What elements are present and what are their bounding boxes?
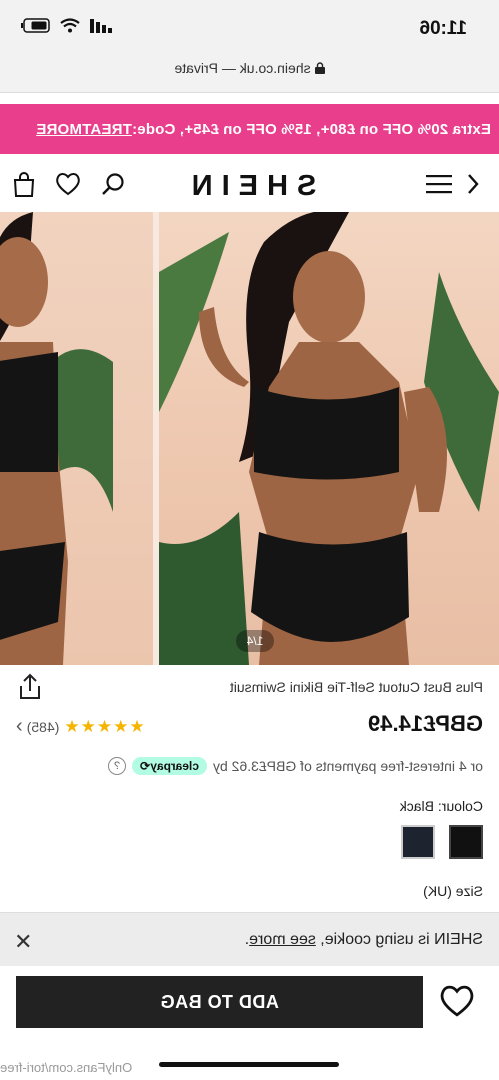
colour-label: Colour: Black — [399, 798, 483, 814]
rating-stars: ★★★★★ — [63, 716, 145, 736]
model-photo-main — [159, 212, 499, 665]
bottom-bar: ADD TO BAG OnlyFans.com/tori-free — [0, 966, 499, 1080]
url-text[interactable]: shein.co.uk — Private — [0, 60, 499, 76]
product-image-main[interactable] — [159, 212, 499, 665]
cookie-see-more-link[interactable]: see more — [249, 931, 316, 948]
help-icon[interactable]: ? — [108, 757, 127, 775]
add-to-bag-button[interactable]: ADD TO BAG — [16, 976, 423, 1028]
product-gallery[interactable]: 1/4 — [0, 212, 499, 665]
search-icon[interactable] — [97, 168, 129, 200]
wifi-icon — [60, 18, 80, 33]
status-time: 11:06 — [419, 18, 467, 39]
share-icon[interactable] — [16, 673, 44, 701]
product-price: GBP£14.49 — [368, 711, 483, 736]
chevron-right-icon: › — [16, 715, 23, 737]
swatch-navy[interactable] — [401, 825, 435, 859]
status-bar: 11:06 — [0, 0, 499, 50]
status-icons — [20, 18, 112, 33]
promo-code[interactable]: TREATMORE — [36, 121, 132, 138]
cookie-period: . — [244, 931, 250, 948]
product-page: 11:06 shein.co.uk — Private Extra 20% OF… — [0, 0, 499, 1080]
url-label: shein.co.uk — Private — [174, 60, 311, 76]
home-indicator — [159, 1062, 339, 1067]
review-count[interactable]: (485) — [27, 719, 60, 735]
product-title: Plus Bust Cutout Self-Tie Bikini Swimsui… — [229, 679, 483, 695]
watermark: OnlyFans.com/tori-free — [0, 1060, 133, 1075]
model-photo-side — [0, 212, 113, 665]
promo-text: Extra 20% OFF on £80+, 15% OFF on £45+, … — [36, 121, 499, 138]
installment-info: or 4 interest-free payments of GBP£3.62 … — [108, 757, 483, 775]
installment-text: or 4 interest-free payments of GBP£3.62 … — [212, 758, 483, 774]
size-label: Size (UK) — [423, 883, 483, 899]
rating[interactable]: ★★★★★ (485) › — [16, 715, 145, 738]
cookie-banner: SHEIN is using cookie, see more. ✕ — [0, 912, 499, 967]
address-bar[interactable]: shein.co.uk — Private — [0, 50, 499, 93]
heart-icon[interactable] — [439, 984, 475, 1020]
top-nav: SHEIN — [0, 158, 499, 210]
promo-message: Extra 20% OFF on £80+, 15% OFF on £45+, … — [131, 120, 491, 138]
image-counter: 1/4 — [236, 630, 274, 652]
signal-icon — [90, 18, 112, 33]
cookie-message: SHEIN is using cookie, see more. — [245, 931, 483, 949]
close-icon[interactable]: ✕ — [14, 929, 32, 955]
swatch-black[interactable] — [449, 825, 483, 859]
battery-icon — [21, 18, 50, 33]
promo-banner[interactable]: Extra 20% OFF on £80+, 15% OFF on £45+, … — [0, 104, 499, 154]
bag-icon[interactable] — [8, 168, 40, 200]
wishlist-icon[interactable] — [52, 168, 84, 200]
lock-icon — [314, 62, 325, 74]
clearpay-badge: clearpay⟲ — [132, 757, 207, 775]
cookie-text: SHEIN is using cookie, — [320, 931, 483, 948]
product-image-side[interactable] — [0, 212, 153, 665]
